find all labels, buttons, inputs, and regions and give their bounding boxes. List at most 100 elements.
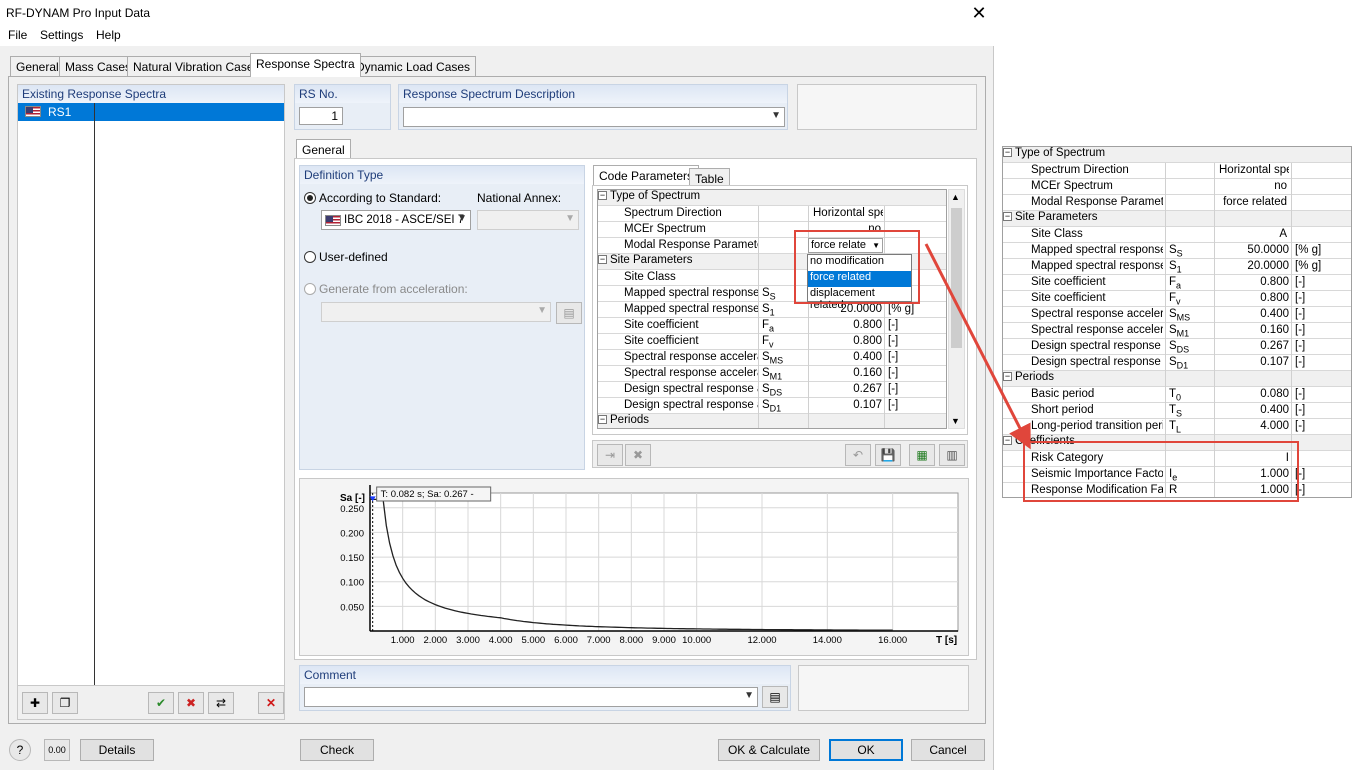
site-param-value[interactable]: 0.107 <box>1217 355 1289 371</box>
import-icon[interactable]: ⇥ <box>597 444 623 466</box>
period-row[interactable]: Short periodTS0.400[-] <box>1003 403 1352 419</box>
help-icon[interactable]: ? <box>9 739 31 761</box>
section-type-of-spectrum[interactable]: −Type of Spectrum <box>1003 147 1352 163</box>
site-param-value[interactable]: 0.400 <box>1217 307 1289 323</box>
tab-response-spectra[interactable]: Response Spectra <box>250 53 361 77</box>
comment-combo[interactable]: ▼ <box>304 687 758 707</box>
row-mcer-spectrum[interactable]: MCEr Spectrum no <box>1003 179 1352 195</box>
clear-icon[interactable]: ✖ <box>625 444 651 466</box>
tab-mass-cases[interactable]: Mass Cases <box>59 56 137 76</box>
uncheck-all-icon[interactable]: ✖ <box>178 692 204 714</box>
new-spectrum-icon[interactable]: ✚ <box>22 692 48 714</box>
standard-select[interactable]: IBC 2018 - ASCE/SEI 7 ▼ <box>321 210 471 230</box>
site-param-symbol: Fa <box>1169 275 1215 291</box>
site-param-row[interactable]: Design spectral response acSDS0.267[-] <box>598 382 947 398</box>
details-button[interactable]: Details <box>80 739 154 761</box>
radio-generate[interactable] <box>304 283 316 295</box>
site-param-row[interactable]: Mapped spectral response aSS50.0000[% g] <box>1003 243 1352 259</box>
site-param-row[interactable]: Spectral response acceleratSM10.160[-] <box>598 366 947 382</box>
coefficient-unit <box>1295 451 1345 467</box>
period-value[interactable]: 0.400 <box>1217 403 1289 419</box>
site-param-label: Spectral response accelerat <box>1031 307 1163 323</box>
site-param-row[interactable]: Design spectral response acSD10.107[-] <box>598 398 947 414</box>
generate-select[interactable]: ▼ <box>321 302 551 322</box>
site-param-value[interactable]: 0.800 <box>1217 291 1289 307</box>
rs-no-field[interactable]: 1 <box>299 107 343 125</box>
section-site-parameters[interactable]: −Site Parameters <box>1003 211 1352 227</box>
tab-natural-vibration-cases[interactable]: Natural Vibration Cases <box>127 56 266 76</box>
row-spectrum-direction[interactable]: Spectrum Direction Horizontal spec <box>1003 163 1352 179</box>
period-row[interactable]: Long-period transition periocTL4.000[-] <box>1003 419 1352 435</box>
site-param-value[interactable]: 20.0000 <box>1217 259 1289 275</box>
comment-group: Comment ▼ ▤ <box>299 665 791 711</box>
period-value[interactable]: 0.080 <box>1217 387 1289 403</box>
comment-label: Comment <box>300 666 790 684</box>
undo-icon[interactable]: ↶ <box>845 444 871 466</box>
description-combo[interactable]: ▼ <box>403 107 785 127</box>
site-param-symbol: S1 <box>762 302 808 318</box>
site-param-row[interactable]: Spectral response acceleratSMS0.400[-] <box>598 350 947 366</box>
menu-settings[interactable]: Settings <box>40 28 83 42</box>
radio-user-defined[interactable] <box>304 251 316 263</box>
site-param-row[interactable]: Site coefficientFa0.800[-] <box>1003 275 1352 291</box>
menu-help[interactable]: Help <box>96 28 121 42</box>
edit-acceleration-icon[interactable]: ▤ <box>556 302 582 324</box>
site-param-row[interactable]: Design spectral response acSDS0.267[-] <box>1003 339 1352 355</box>
period-value[interactable]: 4.000 <box>1217 419 1289 435</box>
site-param-value[interactable]: 0.800 <box>810 334 882 350</box>
menu-file[interactable]: File <box>8 28 27 42</box>
site-param-unit: [-] <box>1295 307 1345 323</box>
check-button[interactable]: Check <box>300 739 374 761</box>
definition-type-group: Definition Type According to Standard: N… <box>299 165 585 470</box>
section-periods[interactable]: −Periods <box>1003 371 1352 387</box>
list-item-rs1[interactable]: RS1 <box>18 103 284 121</box>
cancel-button[interactable]: Cancel <box>911 739 985 761</box>
row-site-class[interactable]: Site Class A <box>1003 227 1352 243</box>
copy-spectrum-icon[interactable]: ❐ <box>52 692 78 714</box>
tab-inner-general[interactable]: General <box>296 139 351 159</box>
period-unit: [-] <box>1295 403 1345 419</box>
site-param-row[interactable]: Site coefficientFv0.800[-] <box>598 334 947 350</box>
site-param-symbol: S1 <box>1169 259 1215 275</box>
check-all-icon[interactable]: ✔ <box>148 692 174 714</box>
menu-bar: File Settings Help <box>0 26 994 46</box>
site-param-row[interactable]: Site coefficientFv0.800[-] <box>1003 291 1352 307</box>
site-param-row[interactable]: Mapped spectral response aS120.0000[% g] <box>1003 259 1352 275</box>
close-icon[interactable]: ✕ <box>968 2 990 24</box>
save-icon[interactable]: 💾 <box>875 444 901 466</box>
section-periods[interactable]: −Periods <box>598 414 947 429</box>
spectrum-chart[interactable]: 0.2500.2000.1500.1000.0501.0002.0003.000… <box>300 479 968 655</box>
comment-library-icon[interactable]: ▤ <box>762 686 788 708</box>
row-spectrum-direction[interactable]: Spectrum Direction Horizontal spec <box>598 206 947 222</box>
tab-general[interactable]: General <box>10 56 65 76</box>
site-param-value[interactable]: 0.107 <box>810 398 882 414</box>
delete-icon[interactable]: ✕ <box>258 692 284 714</box>
ok-button[interactable]: OK <box>829 739 903 761</box>
site-param-value[interactable]: 50.0000 <box>1217 243 1289 259</box>
site-param-row[interactable]: Design spectral response acSD10.107[-] <box>1003 355 1352 371</box>
chevron-up-icon[interactable]: ▲ <box>951 192 960 202</box>
site-param-value[interactable]: 0.400 <box>810 350 882 366</box>
highlight-box-dropdown <box>794 230 920 304</box>
period-row[interactable]: Basic periodT00.080[-] <box>1003 387 1352 403</box>
site-param-row[interactable]: Site coefficientFa0.800[-] <box>598 318 947 334</box>
site-param-value[interactable]: 0.160 <box>810 366 882 382</box>
site-param-row[interactable]: Spectral response acceleratSM10.160[-] <box>1003 323 1352 339</box>
national-annex-select[interactable]: ▼ <box>477 210 579 230</box>
units-icon[interactable]: 0.00 <box>44 739 70 761</box>
site-param-value[interactable]: 0.800 <box>1217 275 1289 291</box>
row-modal-response[interactable]: Modal Response Parameter force related <box>1003 195 1352 211</box>
site-param-row[interactable]: Mapped spectral response aS120.0000[% g] <box>598 302 947 318</box>
ok-calculate-button[interactable]: OK & Calculate <box>718 739 820 761</box>
site-param-value[interactable]: 0.800 <box>810 318 882 334</box>
radio-according-standard[interactable] <box>304 192 316 204</box>
toggle-selection-icon[interactable]: ⇄ <box>208 692 234 714</box>
tab-code-parameters[interactable]: Code Parameters <box>593 165 699 185</box>
site-param-value[interactable]: 0.267 <box>1217 339 1289 355</box>
site-param-row[interactable]: Spectral response acceleratSMS0.400[-] <box>1003 307 1352 323</box>
section-type-of-spectrum[interactable]: −Type of Spectrum <box>598 190 947 206</box>
tab-dynamic-load-cases[interactable]: Dynamic Load Cases <box>350 56 476 76</box>
site-param-value[interactable]: 0.160 <box>1217 323 1289 339</box>
tooltip-text: T: 0.082 s; Sa: 0.267 - <box>381 489 474 500</box>
site-param-value[interactable]: 0.267 <box>810 382 882 398</box>
